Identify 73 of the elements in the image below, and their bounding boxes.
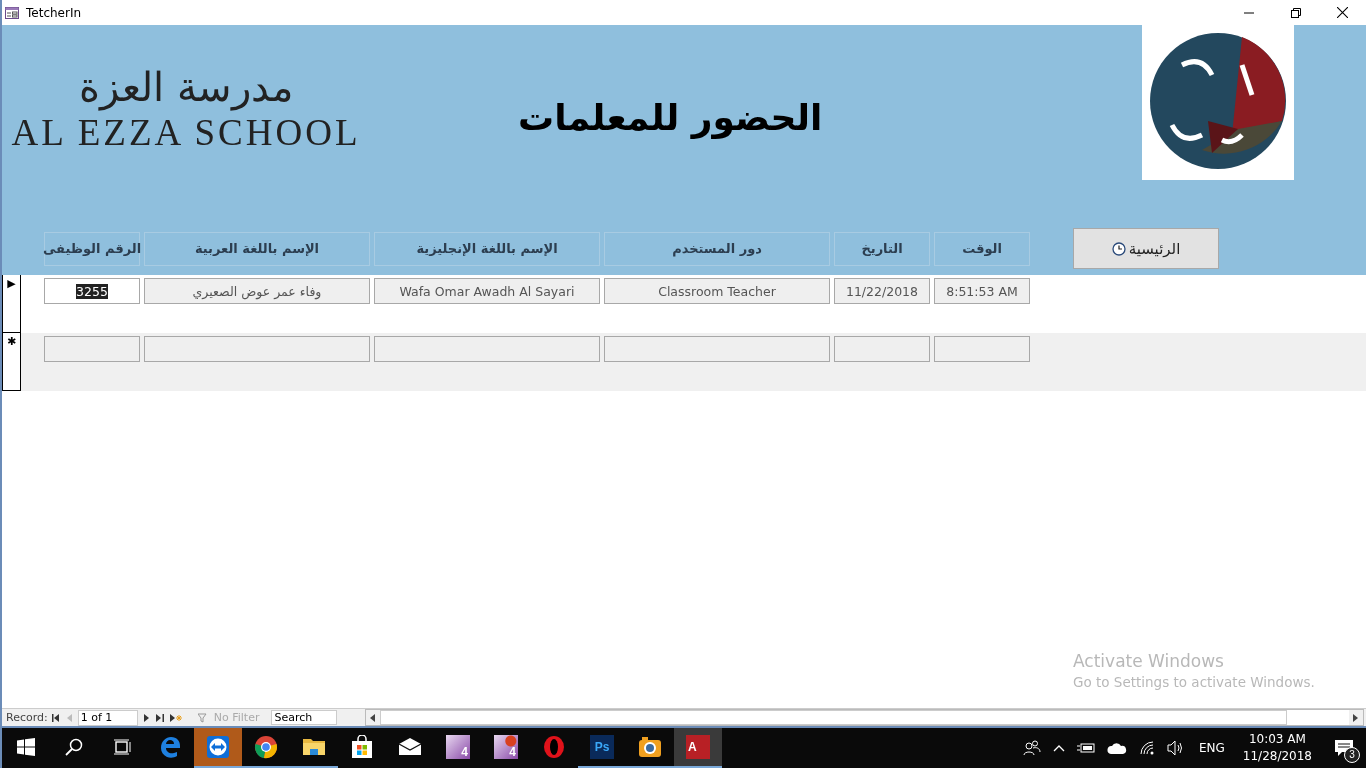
home-button[interactable]: الرئيسية (1073, 228, 1219, 269)
activation-text: Go to Settings to activate Windows. (1073, 674, 1315, 690)
clock-time: 10:03 AM (1248, 731, 1306, 748)
notification-badge: 3 (1344, 747, 1360, 763)
table-cell[interactable] (44, 336, 140, 362)
restore-icon (1290, 7, 1301, 18)
filter-icon (197, 712, 208, 723)
recorder-app-button[interactable]: 4 (482, 728, 530, 768)
activation-title: Activate Windows (1073, 651, 1225, 671)
shopping-bag-icon (350, 735, 374, 759)
next-icon (141, 713, 150, 722)
table-cell[interactable]: Classroom Teacher (604, 278, 830, 304)
volume-icon[interactable] (1166, 740, 1185, 756)
previous-icon (65, 713, 74, 722)
windows-icon (17, 738, 35, 756)
chevron-up-icon[interactable] (1052, 744, 1065, 752)
edge-icon (158, 735, 182, 759)
column-header: التاريخ (834, 231, 930, 266)
form-icon (5, 6, 19, 19)
camera-icon (638, 735, 662, 759)
column-header: الإسم باللغة العربية (144, 231, 370, 266)
ps-app-button[interactable]: Ps (578, 728, 626, 768)
table-cell[interactable]: Wafa Omar Awadh Al Sayari (374, 278, 600, 304)
first-icon (51, 713, 60, 722)
scroll-left-icon (370, 713, 377, 722)
battery-icon[interactable] (1076, 742, 1095, 754)
record-label: Record: (6, 711, 48, 724)
clock[interactable]: 10:03 AM 11/28/2018 (1242, 731, 1312, 765)
search-icon (65, 738, 83, 756)
table-cell[interactable]: وفاء عمر عوض الصعيري (144, 278, 370, 304)
table-cell[interactable] (374, 336, 600, 362)
access-icon: A (686, 735, 710, 759)
table-cell[interactable]: 8:51:53 AM (934, 278, 1030, 304)
last-icon (155, 713, 164, 722)
horizontal-scrollbar[interactable] (365, 709, 1364, 726)
cloud-icon[interactable] (1106, 742, 1127, 754)
recorder-icon: 4 (494, 735, 518, 759)
access-app-button[interactable]: A (674, 728, 722, 768)
scroll-right-icon (1353, 713, 1359, 722)
search-field[interactable]: Search (271, 710, 338, 725)
remote-app-button[interactable] (194, 728, 242, 768)
column-header: الإسم باللغة الإنجليزية (374, 231, 600, 266)
table-cell[interactable]: 3255 (44, 278, 140, 304)
arrows-icon (206, 735, 230, 759)
notebook-app-button[interactable]: 4 (434, 728, 482, 768)
school-name-arabic: مدرسة العزة (79, 63, 293, 111)
clock-date: 11/28/2018 (1242, 748, 1312, 765)
window-title: TetcherIn (26, 5, 82, 20)
task-view-icon (113, 738, 131, 756)
close-icon (1337, 7, 1348, 18)
record-selector[interactable]: ✱ (2, 333, 21, 391)
notebook-icon: 4 (446, 735, 470, 759)
opera-icon (542, 735, 566, 759)
people-icon[interactable] (1022, 740, 1041, 756)
table-cell[interactable]: 11/22/2018 (834, 278, 930, 304)
column-header: الوقت (934, 231, 1030, 266)
record-position-field[interactable]: 1 of 1 (77, 709, 138, 726)
wifi-icon[interactable] (1138, 740, 1155, 756)
form-title: الحضور للمعلمات (518, 97, 823, 138)
record-selector[interactable]: ▶ (2, 275, 21, 333)
clock-icon (1111, 241, 1126, 256)
column-header: دور المستخدم (604, 231, 830, 266)
new-record-icon (169, 713, 182, 722)
table-cell[interactable] (834, 336, 930, 362)
photoshop-icon: Ps (590, 735, 614, 759)
table-cell[interactable] (144, 336, 370, 362)
language-indicator[interactable]: ENG (1198, 741, 1225, 755)
table-cell[interactable] (934, 336, 1030, 362)
school-name-english: AL EZZA SCHOOL (11, 111, 361, 154)
notifications-button[interactable]: 3 (1322, 728, 1366, 768)
chrome-icon (254, 735, 278, 759)
column-header: الرقم الوظيفى (44, 231, 140, 266)
table-cell[interactable] (604, 336, 830, 362)
